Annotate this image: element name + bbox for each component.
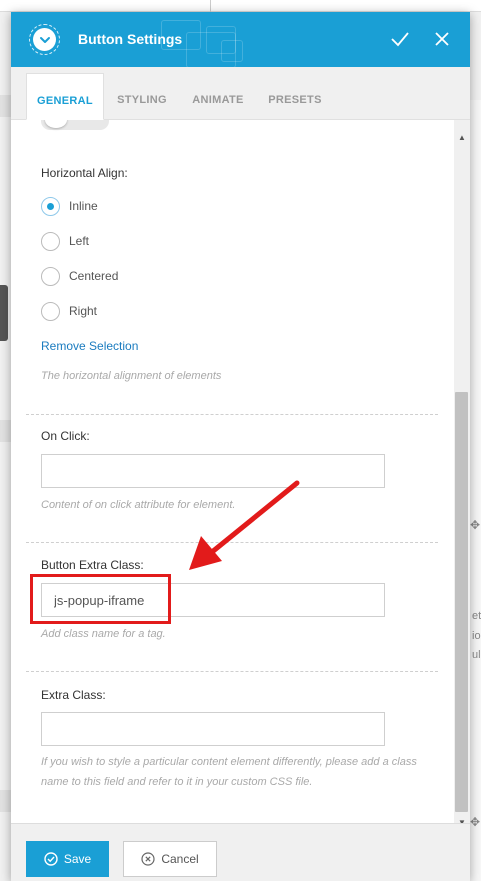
background-right-strip [470,100,481,881]
tab-bar: GENERAL STYLING ANIMATE PRESETS [11,67,470,120]
save-button[interactable]: Save [26,841,109,877]
background-text-fragment: io [472,630,481,642]
tab-styling[interactable]: STYLING [107,73,177,120]
tab-general[interactable]: GENERAL [26,73,104,120]
section-divider [26,671,438,672]
collapse-button[interactable] [29,24,60,55]
horizontal-align-help: The horizontal alignment of elements [41,370,222,382]
tab-animate[interactable]: ANIMATE [181,73,255,120]
radio-label: Inline [69,199,98,213]
on-click-label: On Click: [41,429,90,443]
button-extra-class-label: Button Extra Class: [41,558,144,572]
move-icon: ✥ [470,518,481,532]
radio-centered[interactable]: Centered [41,266,118,286]
annotation-highlight-box [30,574,171,624]
cancel-label: Cancel [161,852,199,866]
radio-label: Right [69,304,98,318]
remove-selection-link[interactable]: Remove Selection [41,339,138,353]
background-toolbar [0,0,481,12]
section-divider [26,542,438,543]
background-handle [0,285,8,341]
radio-button[interactable] [41,301,60,321]
scroll-up-arrow[interactable]: ▲ [456,132,468,144]
settings-panel: Button Settings GENERAL STYLING ANIMATE … [11,12,470,881]
extra-class-input[interactable] [41,712,385,746]
panel-header: Button Settings [11,12,470,67]
radio-button[interactable] [41,231,60,251]
radio-inline[interactable]: Inline [41,196,98,216]
radio-button[interactable] [41,266,60,286]
settings-body: Horizontal Align: Inline Left Centered R… [11,120,470,823]
radio-button-checked[interactable] [41,196,60,216]
radio-left[interactable]: Left [41,231,89,251]
button-extra-class-help: Add class name for a tag. [41,628,166,640]
radio-right[interactable]: Right [41,301,97,321]
radio-label: Left [69,234,90,248]
cancel-button[interactable]: Cancel [123,841,217,877]
save-label: Save [63,852,92,866]
radio-label: Centered [69,269,119,283]
background-text-fragment: ul [472,649,481,661]
toggle-switch[interactable] [41,120,109,130]
chevron-down-icon [39,36,50,43]
extra-class-label: Extra Class: [41,688,106,702]
section-divider [26,414,438,415]
close-icon[interactable] [430,27,454,51]
on-click-input[interactable] [41,454,385,488]
on-click-help: Content of on click attribute for elemen… [41,499,236,511]
move-icon: ✥ [470,815,481,829]
panel-title: Button Settings [78,31,183,47]
checkmark-icon[interactable] [388,27,412,51]
extra-class-help: If you wish to style a particular conten… [41,756,417,788]
tab-presets[interactable]: PRESETS [260,73,330,120]
horizontal-align-label: Horizontal Align: [41,166,128,180]
panel-footer: Save Cancel [11,823,470,881]
background-text-fragment: et [472,610,481,622]
x-circle-icon [141,852,155,866]
check-circle-icon [44,852,58,866]
scrollbar-thumb[interactable] [455,392,468,812]
